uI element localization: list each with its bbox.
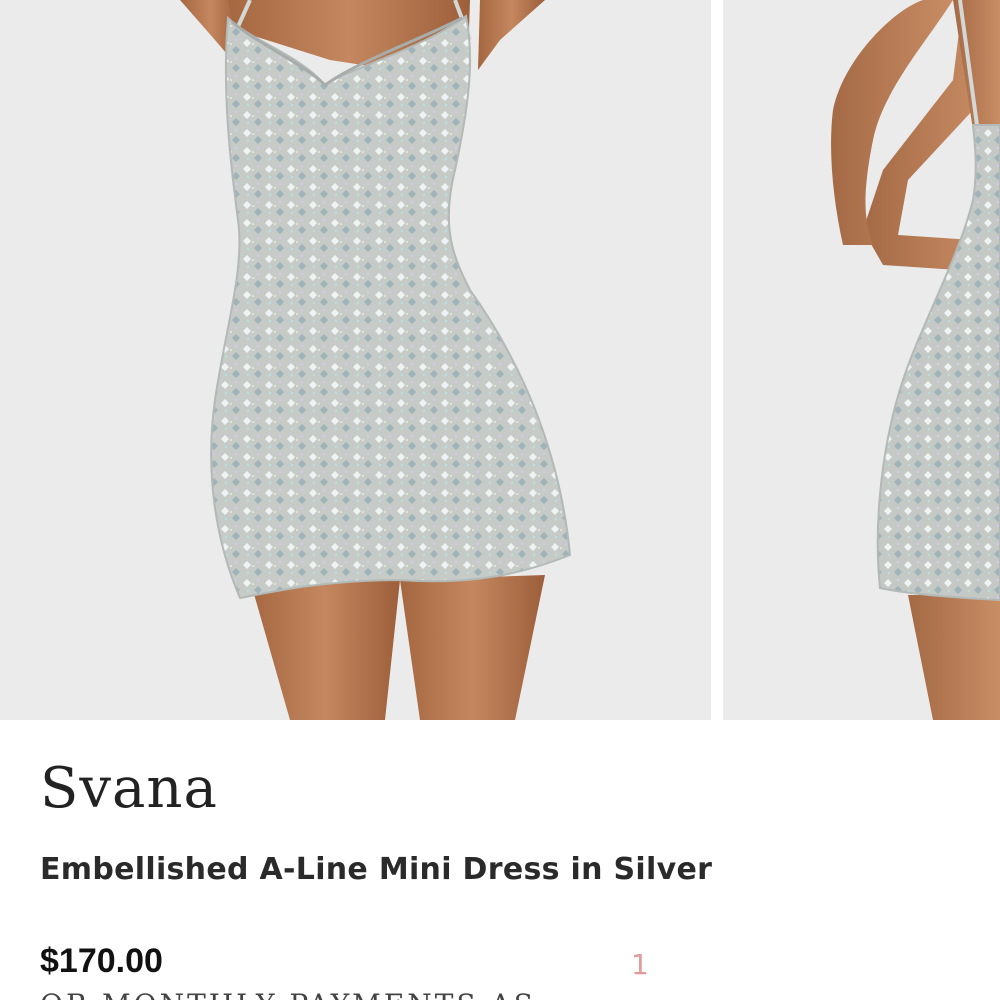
installments-text: OR MONTHLY PAYMENTS AS [40,988,536,1000]
image-counter: 1 [631,948,649,981]
product-price: $170.00 [40,942,163,980]
product-image-gallery[interactable] [0,0,1000,720]
product-name: Embellished A-Line Mini Dress in Silver [40,852,713,887]
product-brand-title: Svana [40,756,218,821]
product-page: Svana Embellished A-Line Mini Dress in S… [0,0,1000,1000]
product-image-back[interactable] [723,0,1000,720]
product-image-front[interactable] [0,0,711,720]
